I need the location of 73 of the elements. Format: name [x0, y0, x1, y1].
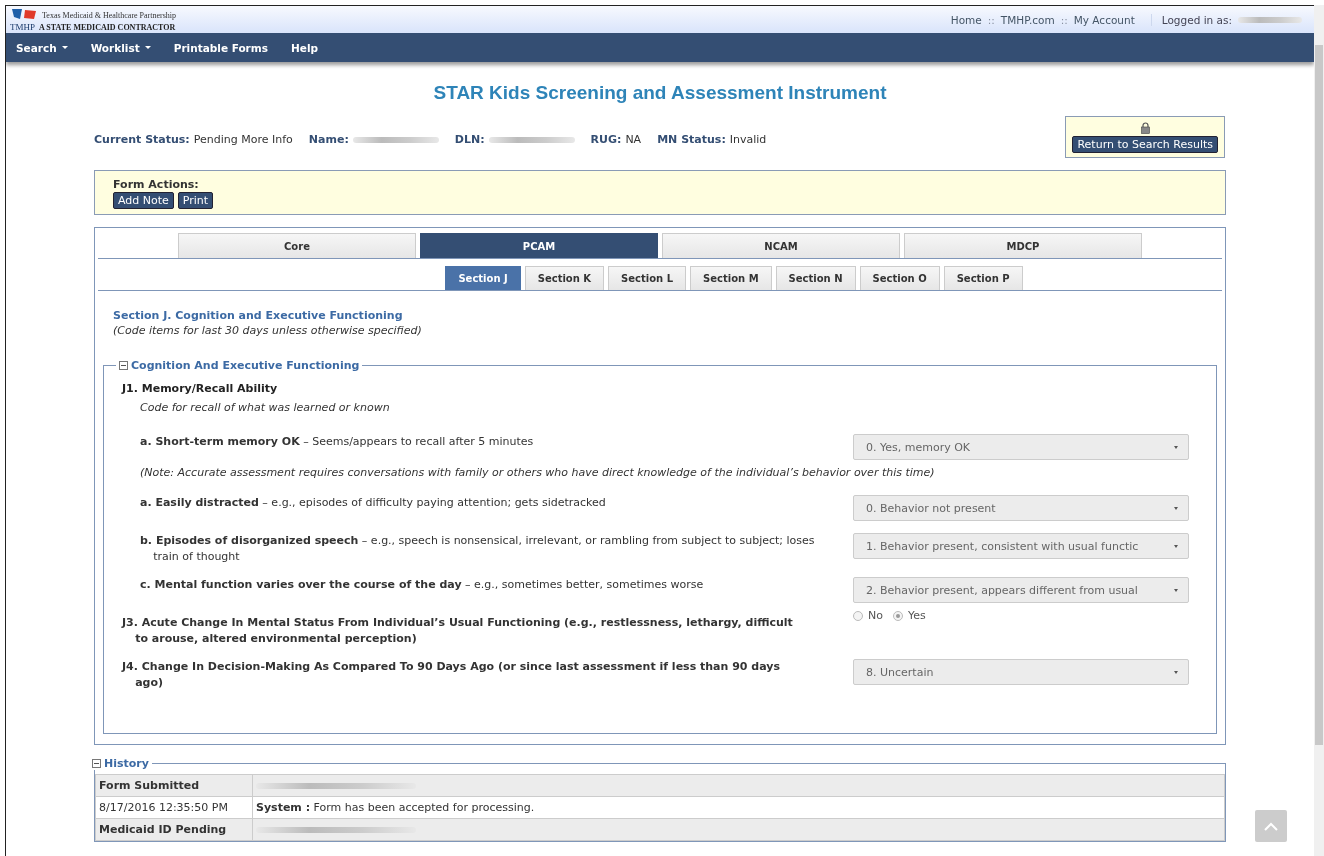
status-label: Name: [308, 133, 349, 146]
header-link[interactable]: TMHP.com [1000, 13, 1055, 26]
radio-label: No [868, 609, 883, 622]
answer-select[interactable]: 0. Yes, memory OK [853, 434, 1189, 460]
history-legend: History [104, 757, 149, 770]
question-hint: Code for recall of what was learned or known [140, 401, 391, 414]
question-text: a. Short-term memory OK – Seems/appears to recall after 5 minutes [140, 434, 535, 450]
nav-menu-item[interactable]: Help [291, 41, 319, 54]
radio-option[interactable]: No [853, 609, 883, 622]
form-tab[interactable]: PCAM [420, 233, 658, 258]
status-value: NA [625, 133, 642, 146]
history-cell: System : Form has been accepted for processing. [252, 796, 1225, 819]
answer-select[interactable]: 0. Behavior not present [853, 495, 1189, 521]
scrollbar[interactable] [1314, 5, 1324, 856]
form-actions-label: Form Actions: [113, 178, 200, 191]
back-to-top-button[interactable] [1255, 810, 1287, 842]
lock-icon [1140, 122, 1150, 134]
return-button[interactable]: Return to Search Results [1072, 136, 1218, 153]
fieldset-legend: Cognition And Executive Functioning [131, 359, 360, 372]
radio-option[interactable]: Yes [892, 609, 926, 622]
answer-select[interactable]: 8. Uncertain [853, 659, 1189, 685]
header-link[interactable]: My Account [1073, 13, 1135, 26]
logo-tagline: A STATE MEDICAID CONTRACTOR [39, 22, 176, 32]
nav-menu-item[interactable]: Printable Forms [173, 41, 268, 54]
question-text: c. Mental function varies over the course of the day – e.g., sometimes better, sometimes worse [140, 577, 705, 593]
logo-wordmark: TMHP [10, 21, 35, 32]
redacted-text [1238, 16, 1302, 23]
status-label: MN Status: [657, 133, 726, 146]
nav-menu-item[interactable]: Worklist [90, 41, 151, 54]
collapse-icon[interactable] [119, 361, 128, 370]
action-button[interactable]: Print [177, 192, 214, 209]
answer-select[interactable]: 1. Behavior present, consistent with usual functic [853, 533, 1189, 559]
question-text: J4. Change In Decision-Making As Compared To 90 Days Ago (or since last assessment if less than 90 days ago) [122, 659, 781, 691]
history-cell: Medicaid ID Pending [95, 818, 253, 841]
question-text: J3. Acute Change In Mental Status From Individual’s Usual Functioning (e.g., restlessness, lethargy, difficult to arouse, altered environmental perception) [122, 615, 794, 647]
section-tab[interactable]: Section L [608, 266, 687, 290]
status-label: RUG: [590, 133, 622, 146]
collapse-icon[interactable] [92, 759, 101, 768]
header-link[interactable]: Home [950, 13, 982, 26]
history-cell: Form Submitted [95, 774, 253, 797]
radio-label: Yes [907, 609, 926, 622]
note-text: (Note: Accurate assessment requires conversations with family or others who have direct knowledge of the individual’s behavior over this time) [140, 466, 936, 479]
radio-icon[interactable] [853, 610, 863, 621]
form-tab[interactable]: MDCP [904, 233, 1142, 258]
answer-select[interactable]: 2. Behavior present, appears different from usual [853, 577, 1189, 603]
status-value: Invalid [729, 133, 767, 146]
section-tab[interactable]: Section K [524, 266, 605, 290]
link-separator: :: [987, 13, 995, 26]
radio-icon[interactable] [892, 610, 903, 621]
action-button[interactable]: Add Note [113, 192, 174, 209]
chevron-up-icon [1264, 821, 1278, 831]
status-label: Current Status: [94, 133, 190, 146]
question-heading: J1. Memory/Recall Ability [122, 382, 279, 395]
form-tab[interactable]: NCAM [662, 233, 900, 258]
history-cell: 8/17/2016 12:35:50 PM [95, 796, 253, 819]
question-text: a. Easily distracted – e.g., episodes of difficulty paying attention; gets sidetracked [140, 495, 607, 511]
logo-tagline: Texas Medicaid & Healthcare Partnership [42, 10, 177, 20]
nav-menu-item[interactable]: Search [16, 41, 68, 54]
section-tab[interactable]: Section J [445, 266, 521, 290]
section-tab[interactable]: Section P [943, 266, 1023, 290]
section-tab[interactable]: Section N [775, 266, 856, 290]
section-title: Section J. Cognition and Executive Functioning [113, 309, 404, 322]
form-tab[interactable]: Core [178, 233, 416, 258]
flag-logo-icon[interactable] [10, 7, 38, 20]
section-tab[interactable]: Section O [859, 266, 940, 290]
logged-in-label: Logged in as: [1150, 13, 1232, 26]
section-tab[interactable]: Section M [690, 266, 772, 290]
status-value: Pending More Info [193, 133, 293, 146]
page-title: STAR Kids Screening and Assessment Instrument [432, 82, 888, 104]
link-separator: :: [1060, 13, 1068, 26]
question-text: b. Episodes of disorganized speech – e.g., speech is nonsensical, irrelevant, or rambling from subject to subject; loses train of thought [140, 533, 816, 565]
status-label: DLN: [454, 133, 485, 146]
section-subtitle: (Code items for last 30 days unless otherwise specified) [113, 324, 423, 337]
